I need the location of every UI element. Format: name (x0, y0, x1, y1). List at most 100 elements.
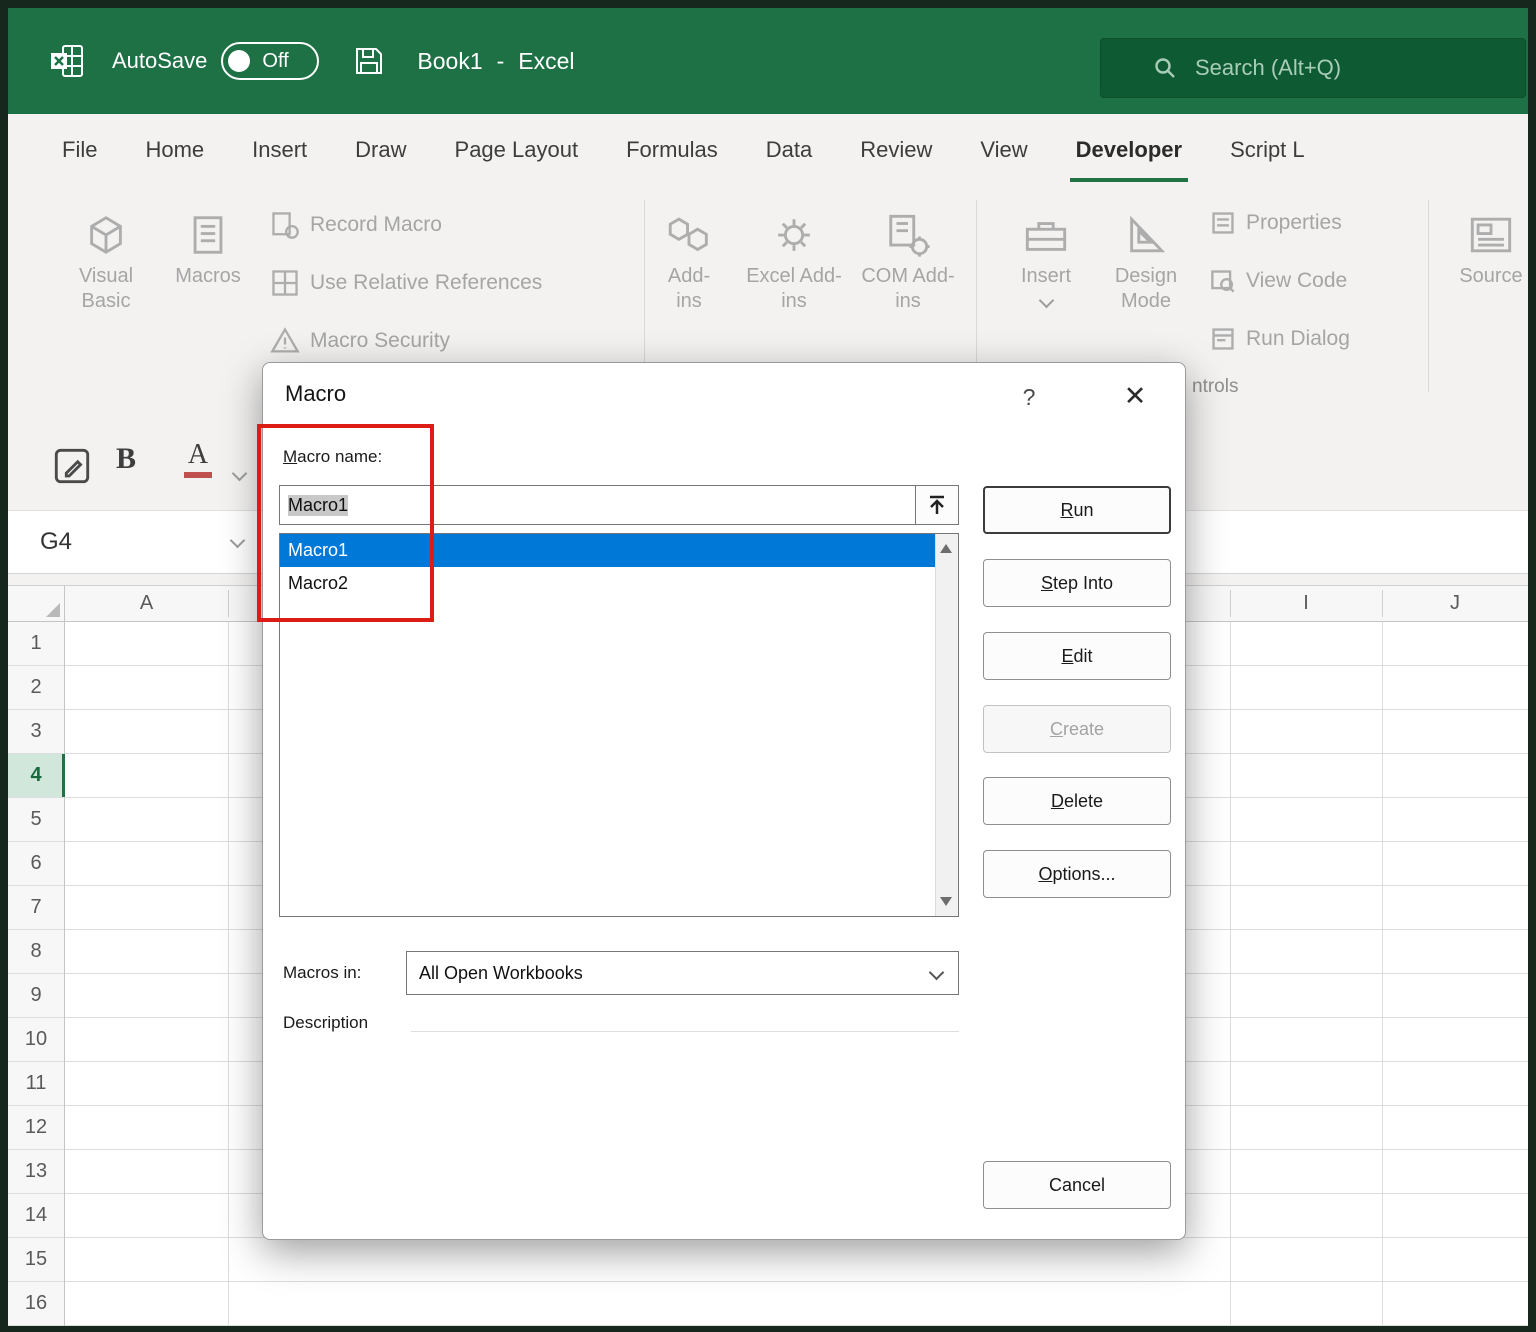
row-header[interactable]: 15 (8, 1238, 64, 1282)
search-placeholder: Search (Alt+Q) (1195, 55, 1341, 81)
run-button[interactable]: Run (983, 486, 1171, 534)
row-header[interactable]: 16 (8, 1282, 64, 1326)
font-color-swatch (184, 472, 212, 478)
row-header[interactable]: 12 (8, 1106, 64, 1150)
scroll-up-icon[interactable] (940, 544, 952, 553)
macros-button[interactable]: Macros (160, 200, 256, 289)
gridline (1230, 622, 1231, 1326)
create-button: Create (983, 705, 1171, 753)
macro-security-button[interactable]: Macro Security (270, 326, 450, 356)
tab-formulas[interactable]: Formulas (602, 114, 742, 186)
name-box-chevron-icon[interactable] (230, 533, 246, 549)
relative-references-icon (270, 268, 300, 298)
row-header[interactable]: 14 (8, 1194, 64, 1238)
row-header[interactable]: 6 (8, 842, 64, 886)
row-header[interactable]: 7 (8, 886, 64, 930)
use-relative-references-button[interactable]: Use Relative References (270, 268, 542, 298)
excel-add-ins-button[interactable]: Excel Add-ins (744, 200, 844, 314)
autosave-label: AutoSave (112, 48, 207, 74)
col-header-j[interactable]: J (1382, 586, 1528, 621)
macro-name-up-button[interactable] (915, 485, 959, 525)
select-all-triangle-icon (46, 603, 60, 617)
gridline (228, 622, 229, 1326)
description-divider (411, 1031, 959, 1032)
row-header[interactable]: 1 (8, 622, 64, 666)
row-header[interactable]: 9 (8, 974, 64, 1018)
excel-window: AutoSave Off Book1 - Excel Search (Alt+Q… (0, 0, 1536, 1332)
run-dialog-icon (1210, 326, 1236, 352)
chevron-down-icon[interactable] (232, 466, 248, 482)
row-header[interactable]: 13 (8, 1150, 64, 1194)
controls-group-label: ntrols (1192, 376, 1238, 398)
macros-icon (185, 200, 231, 258)
chevron-down-icon (1038, 293, 1054, 309)
com-add-ins-icon (885, 200, 931, 258)
row-header[interactable]: 11 (8, 1062, 64, 1106)
tab-insert[interactable]: Insert (228, 114, 331, 186)
cancel-button[interactable]: Cancel (983, 1161, 1171, 1209)
col-header-i[interactable]: I (1230, 586, 1382, 621)
step-into-button[interactable]: Step Into (983, 559, 1171, 607)
macros-in-dropdown[interactable]: All Open Workbooks (406, 951, 959, 995)
tab-draw[interactable]: Draw (331, 114, 430, 186)
run-dialog-button[interactable]: Run Dialog (1210, 326, 1350, 352)
properties-icon (1210, 210, 1236, 236)
insert-control-icon (1023, 200, 1069, 258)
tab-script-lab[interactable]: Script L (1206, 114, 1329, 186)
document-title: Book1 - Excel (417, 48, 574, 75)
view-code-icon (1210, 268, 1236, 294)
scrollbar[interactable] (935, 534, 958, 916)
bold-button[interactable]: B (116, 442, 136, 476)
source-button[interactable]: Source (1448, 200, 1534, 289)
gridline (1382, 622, 1383, 1326)
add-ins-button[interactable]: Add-ins (656, 200, 722, 314)
note-icon[interactable] (52, 446, 92, 486)
row-header[interactable]: 8 (8, 930, 64, 974)
view-code-button[interactable]: View Code (1210, 268, 1347, 294)
row-headers: 1 2 3 4 5 6 7 8 9 10 11 12 13 14 15 16 (8, 622, 65, 1326)
tab-data[interactable]: Data (742, 114, 836, 186)
chevron-down-icon (929, 965, 945, 981)
design-mode-icon (1123, 200, 1169, 258)
help-icon[interactable]: ? (1009, 377, 1049, 417)
tab-review[interactable]: Review (836, 114, 956, 186)
dialog-title: Macro (285, 381, 346, 407)
tab-home[interactable]: Home (121, 114, 228, 186)
tab-page-layout[interactable]: Page Layout (431, 114, 603, 186)
close-icon[interactable]: ✕ (1109, 373, 1161, 419)
autosave-state: Off (262, 50, 288, 73)
tab-view[interactable]: View (956, 114, 1051, 186)
macros-in-label: Macros in: (283, 963, 361, 983)
font-color-button[interactable]: A (184, 440, 212, 478)
toggle-knob (228, 50, 250, 72)
visual-basic-button[interactable]: Visual Basic (62, 200, 150, 314)
insert-control-button[interactable]: Insert (1006, 200, 1086, 306)
com-add-ins-button[interactable]: COM Add-ins (858, 200, 958, 314)
row-header[interactable]: 2 (8, 666, 64, 710)
excel-add-ins-icon (771, 200, 817, 258)
save-icon[interactable] (353, 45, 385, 77)
search-bar[interactable]: Search (Alt+Q) (1100, 38, 1526, 98)
tab-file[interactable]: File (38, 114, 121, 186)
column-divider (228, 590, 229, 617)
delete-button[interactable]: Delete (983, 777, 1171, 825)
tab-developer[interactable]: Developer (1052, 114, 1206, 186)
row-header[interactable]: 5 (8, 798, 64, 842)
design-mode-button[interactable]: Design Mode (1098, 200, 1194, 314)
record-macro-button[interactable]: Record Macro (270, 210, 442, 240)
select-all-corner[interactable] (8, 586, 65, 621)
excel-logo-icon[interactable] (48, 42, 86, 80)
row-header-selected[interactable]: 4 (8, 754, 64, 798)
scroll-down-icon[interactable] (940, 897, 952, 906)
options-button[interactable]: Options... (983, 850, 1171, 898)
row-header[interactable]: 3 (8, 710, 64, 754)
col-header-a[interactable]: A (65, 586, 228, 621)
ribbon-tabs: File Home Insert Draw Page Layout Formul… (8, 114, 1528, 186)
row-header[interactable]: 10 (8, 1018, 64, 1062)
add-ins-icon (663, 200, 715, 258)
properties-button[interactable]: Properties (1210, 210, 1342, 236)
autosave-toggle[interactable]: Off (221, 42, 319, 80)
annotation-rectangle (257, 424, 434, 622)
edit-button[interactable]: Edit (983, 632, 1171, 680)
name-box[interactable]: G4 (40, 511, 72, 573)
